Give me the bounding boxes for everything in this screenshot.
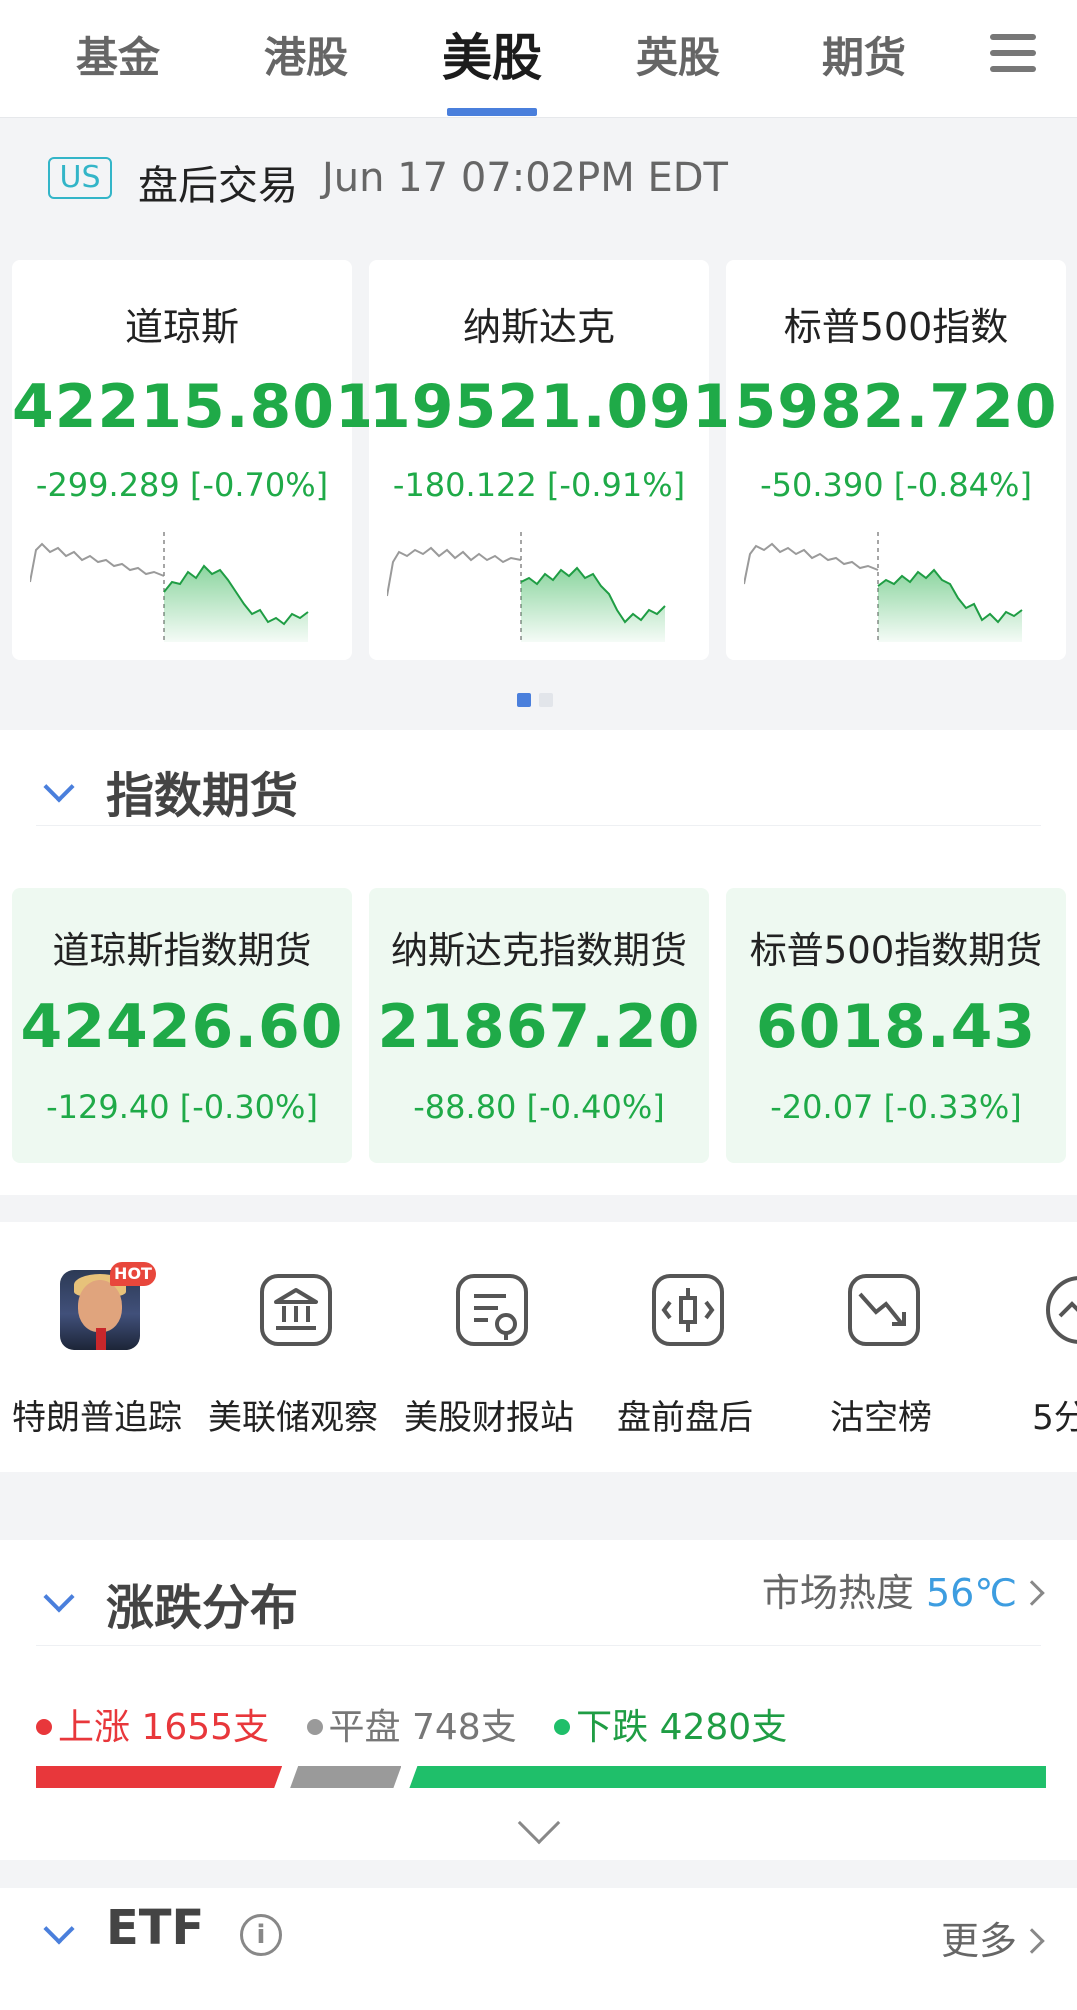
futures-card-nasdaq[interactable]: 纳斯达克指数期货 21867.20 -88.80 [-0.40%] — [369, 888, 709, 1163]
flat-dot-icon — [306, 1719, 323, 1735]
flat-count: 平盘 748支 — [328, 1707, 517, 1748]
futures-card-dow[interactable]: 道琼斯指数期货 42426.60 -129.40 [-0.30%] — [12, 888, 352, 1163]
futures-name: 纳斯达克指数期货 — [391, 929, 687, 972]
shortcut-short-list[interactable]: 沽空榜 — [786, 1262, 976, 1452]
futures-card-sp500[interactable]: 标普500指数期货 6018.43 -20.07 [-0.33%] — [726, 888, 1066, 1163]
futures-change: -88.80 [-0.40%] — [413, 1088, 665, 1126]
collapse-chevron-icon[interactable] — [43, 1913, 75, 1945]
down-dot-icon — [554, 1719, 571, 1735]
section-title: 指数期货 — [106, 768, 299, 824]
section-title: 涨跌分布 — [106, 1580, 299, 1636]
index-change: -50.390 [-0.84%] — [760, 466, 1032, 504]
shortcut-label: 5分钟 — [1032, 1398, 1077, 1438]
up-count: 上涨 1655支 — [58, 1707, 270, 1748]
futures-value: 42426.60 — [20, 992, 344, 1062]
index-change: -180.122 [-0.91%] — [392, 466, 686, 504]
candlestick-icon — [652, 1274, 724, 1346]
clock-icon — [1046, 1276, 1077, 1344]
index-card-sp500[interactable]: 标普500指数 5982.720 -50.390 [-0.84%] — [726, 260, 1066, 660]
report-icon — [456, 1274, 528, 1346]
market-status-bar: US 盘后交易 Jun 17 07:02PM EDT — [0, 119, 1077, 239]
index-name: 纳斯达克 — [462, 305, 615, 349]
futures-change: -20.07 [-0.33%] — [770, 1088, 1022, 1126]
session-label: 盘后交易 — [138, 163, 298, 209]
menu-icon[interactable] — [990, 34, 1036, 74]
tab-us-stocks[interactable]: 美股 — [422, 18, 562, 90]
expand-chevron-icon[interactable] — [517, 1801, 561, 1845]
more-label: 更多 — [940, 1919, 1017, 1963]
market-tab-bar: 基金 港股 美股 英股 期货 — [0, 0, 1077, 118]
info-icon[interactable]: i — [240, 1914, 282, 1956]
flat-bar — [290, 1766, 401, 1788]
hot-badge: HOT — [110, 1262, 156, 1286]
trend-down-icon — [848, 1274, 920, 1346]
up-bar — [36, 1766, 282, 1788]
advance-decline-section: 涨跌分布 市场热度 56℃ 上涨 1655支 平盘 748支 下跌 4280支 — [0, 1540, 1077, 1860]
index-carousel: 道琼斯 42215.801 -299.289 [-0.70%] 纳斯达克 195… — [0, 250, 1077, 730]
shortcut-trump-tracker[interactable]: HOT 特朗普追踪 — [2, 1262, 192, 1452]
futures-name: 道琼斯指数期货 — [52, 929, 312, 972]
chevron-right-icon — [1019, 1928, 1045, 1954]
us-market-badge: US — [48, 157, 112, 199]
etf-header[interactable]: ETF — [36, 1888, 1041, 1988]
futures-value: 21867.20 — [377, 992, 701, 1062]
down-bar — [409, 1766, 1046, 1788]
futures-section-header[interactable]: 指数期货 — [36, 746, 1041, 826]
pager-dot[interactable] — [539, 693, 553, 707]
up-dot-icon — [36, 1719, 52, 1735]
session-time: Jun 17 07:02PM EDT — [322, 155, 728, 201]
collapse-chevron-icon[interactable] — [43, 1581, 75, 1613]
index-name: 标普500指数 — [783, 305, 1009, 349]
index-card-nasdaq[interactable]: 纳斯达克 19521.091 -180.122 [-0.91%] — [369, 260, 735, 660]
chevron-right-icon — [1019, 1580, 1045, 1606]
index-value: 19521.091 — [369, 372, 735, 442]
tab-uk-stocks[interactable]: 英股 — [608, 24, 748, 85]
index-value: 5982.720 — [734, 372, 1058, 442]
shortcut-earnings[interactable]: 美股财报站 — [394, 1262, 584, 1452]
index-futures-section: 指数期货 道琼斯指数期货 42426.60 -129.40 [-0.30%] 纳… — [0, 730, 1077, 1195]
market-heat-link[interactable]: 市场热度 56℃ — [761, 1562, 1045, 1617]
shortcut-fed-watch[interactable]: 美联储观察 — [198, 1262, 388, 1452]
index-name: 道琼斯 — [124, 305, 239, 349]
tab-hk-stocks[interactable]: 港股 — [236, 24, 376, 85]
carousel-pager — [517, 692, 561, 711]
feature-shortcuts: HOT 特朗普追踪 美联储观察 美股财报站 盘前盘后 沽空榜 5分 — [0, 1222, 1077, 1472]
distribution-legend: 上涨 1655支 平盘 748支 下跌 4280支 — [36, 1698, 813, 1750]
futures-name: 标普500指数期货 — [749, 929, 1043, 972]
tab-futures[interactable]: 期货 — [794, 24, 934, 85]
intraday-sparkline — [30, 532, 309, 642]
bank-icon — [260, 1274, 332, 1346]
index-value: 42215.801 — [12, 372, 378, 442]
down-count: 下跌 4280支 — [576, 1707, 788, 1748]
index-change: -299.289 [-0.70%] — [35, 466, 329, 504]
intraday-sparkline — [387, 532, 666, 642]
pager-dot-active[interactable] — [517, 693, 531, 707]
heat-value: 56℃ — [925, 1571, 1017, 1615]
section-title: ETF — [106, 1900, 205, 1956]
shortcut-5min[interactable]: 5分钟 — [982, 1262, 1077, 1452]
heat-label: 市场热度 — [761, 1571, 914, 1615]
shortcut-pre-post-market[interactable]: 盘前盘后 — [590, 1262, 780, 1452]
futures-change: -129.40 [-0.30%] — [46, 1088, 318, 1126]
more-link[interactable]: 更多 — [940, 1910, 1045, 1965]
etf-section: ETF i 更多 — [0, 1888, 1077, 2010]
intraday-sparkline — [744, 532, 1023, 642]
futures-value: 6018.43 — [755, 992, 1037, 1062]
index-card-dow[interactable]: 道琼斯 42215.801 -299.289 [-0.70%] — [12, 260, 378, 660]
collapse-chevron-icon[interactable] — [43, 771, 75, 803]
tab-fund[interactable]: 基金 — [48, 24, 188, 85]
active-tab-indicator — [447, 108, 537, 116]
